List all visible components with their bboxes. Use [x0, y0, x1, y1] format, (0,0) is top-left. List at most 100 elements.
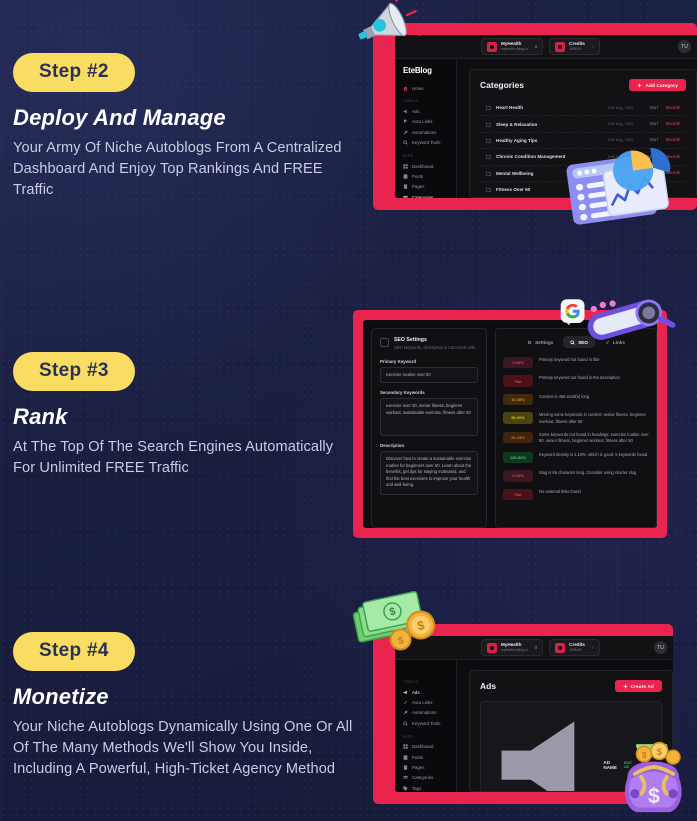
sidebar-item-categories[interactable]: Categories [395, 192, 456, 198]
sidebar-item-label: Ads [412, 689, 420, 695]
site-switcher-chip[interactable]: MyHealth myhealth.eblog.io 0 [481, 38, 544, 55]
sidebar-item-keyword-tools[interactable]: Keyword Tools [395, 718, 456, 728]
sidebar-item-pages[interactable]: Pages [395, 182, 456, 192]
site-count: 0 [534, 44, 538, 49]
sidebar-item-tags[interactable]: Tags [395, 783, 456, 792]
sidebar-item-home[interactable]: Home [395, 83, 456, 93]
step-3-block: Step #3 Rank At The Top Of The Search En… [13, 352, 358, 479]
seo-check-text: Content is 456 word(s) long. [539, 393, 591, 399]
category-name: Chronic Condition Management [496, 154, 566, 160]
table-row[interactable]: Sleep & Relaxation 19th Aug, 2024 EDIT D… [480, 116, 686, 133]
table-row[interactable]: Fitness Over 50 [480, 182, 686, 197]
tab-links[interactable]: Links [598, 336, 632, 348]
step-2-title: Deploy And Manage [13, 105, 226, 130]
credits-value: 1695.00 [569, 647, 582, 652]
site-name: MyHealth [501, 642, 522, 647]
main-content: Categories Add Category Heart Health 19t… [457, 59, 697, 198]
chevron-right-icon: › [591, 645, 594, 650]
field-label: Primary Keyword [380, 359, 417, 364]
sidebar-item-auto-links[interactable]: Auto Links [395, 117, 456, 127]
table-row[interactable]: Chronic Condition Management 19th Aug, 2… [480, 149, 686, 166]
seo-dashboard-screenshot: SEO Settings SEO keywords, description &… [353, 310, 667, 538]
edit-link[interactable]: EDIT [650, 106, 658, 110]
sidebar-item-posts[interactable]: Posts [395, 752, 456, 762]
delete-link[interactable]: DELETE [665, 122, 680, 126]
wrench-icon [403, 711, 408, 715]
delete-link[interactable]: DELETE [665, 138, 680, 142]
sidebar-item-categories[interactable]: Categories [395, 773, 456, 783]
category-date: 19th Aug, 2024 [607, 122, 634, 127]
site-switcher-chip[interactable]: MyHealth myhealth.eblog.io 0 [481, 639, 544, 656]
site-logo-icon [487, 41, 497, 52]
link-icon [605, 340, 609, 344]
step-3-badge: Step #3 [13, 352, 135, 391]
delete-link[interactable]: DELETE [665, 106, 680, 110]
add-category-label: Add Category [645, 82, 678, 88]
sidebar-item-label: Categories [412, 194, 434, 198]
site-url: myhealth.eblog.io [501, 46, 528, 51]
tab-seo[interactable]: SEO [563, 336, 595, 348]
credits-chip[interactable]: Credits 1695.00 › [549, 639, 600, 656]
categories-dashboard-screenshot: MyHealth myhealth.eblog.io 0 Credits 169… [373, 23, 697, 210]
seo-document-icon [380, 338, 389, 347]
svg-text:$: $ [388, 605, 396, 618]
seo-check-text: No external links found [539, 488, 581, 494]
table-row[interactable]: Mental Wellbeing 19th Aug, 2024 EDIT DEL… [480, 166, 686, 182]
tab-label: Links [612, 339, 625, 345]
user-avatar[interactable]: TU [654, 641, 667, 654]
tab-label: Settings [535, 339, 554, 345]
edit-link[interactable]: EDIT [650, 138, 658, 142]
seo-check-text: Primary keyword not found in title [539, 357, 600, 362]
category-name: Fitness Over 50 [496, 187, 531, 193]
edit-link[interactable]: EDIT [650, 122, 658, 126]
delete-link[interactable]: DELETE [665, 171, 680, 175]
secondary-keywords-textarea[interactable]: exercise over 50, senior fitness, beginn… [380, 398, 478, 437]
user-avatar[interactable]: TU [678, 40, 691, 53]
sidebar-item-keyword-tools[interactable]: Keyword Tools [395, 138, 456, 148]
edit-link[interactable]: EDIT [650, 155, 658, 159]
primary-keyword-input[interactable]: exercise routine over 50 [380, 367, 478, 384]
add-category-button[interactable]: Add Category [629, 79, 686, 91]
seo-settings-panel: SEO Settings SEO keywords, description &… [371, 328, 487, 528]
table-row[interactable]: Healthy Aging Tips 19th Aug, 2024 EDIT D… [480, 133, 686, 150]
step-4-description: Your Niche Autoblogs Dynamically Using O… [13, 719, 353, 777]
panel-title: Categories [480, 80, 524, 90]
folder-icon [486, 187, 491, 192]
category-name: Healthy Aging Tips [496, 137, 538, 143]
sidebar-item-label: Keyword Tools [412, 140, 441, 146]
sidebar-item-dashboard[interactable]: Dashboard [395, 161, 456, 171]
sidebar-item-label: Posts [412, 754, 423, 760]
sidebar-item-automations[interactable]: Automations [395, 127, 456, 137]
categories-app-window: MyHealth myhealth.eblog.io 0 Credits 169… [395, 35, 697, 198]
create-ad-button[interactable]: Create Ad [614, 680, 662, 692]
pages-icon [403, 184, 408, 189]
seo-check-row: 100-80% Keyword density is 1.10%, which … [503, 451, 649, 464]
sidebar-item-pages[interactable]: Pages [395, 762, 456, 772]
sidebar-item-label: Pages [412, 764, 425, 770]
sidebar-item-label: Dashboard [412, 163, 434, 169]
sidebar-item-posts[interactable]: Posts [395, 171, 456, 181]
tab-settings[interactable]: Settings [520, 336, 560, 348]
sidebar-item-automations[interactable]: Automations [395, 708, 456, 718]
table-row[interactable]: AD NAME EDIT AD DELETE AD [480, 701, 662, 791]
sidebar-item-auto-links[interactable]: Auto Links [395, 697, 456, 707]
sidebar-item-ads[interactable]: Ads [395, 106, 456, 116]
seo-panel-header: SEO Settings SEO keywords, description &… [380, 337, 478, 351]
sidebar-item-label: Auto Links [412, 700, 433, 706]
table-row[interactable]: Heart Health 19th Aug, 2024 EDIT DELETE [480, 100, 686, 117]
delete-link[interactable]: DELETE [665, 155, 680, 159]
search-icon [570, 339, 575, 345]
credits-chip[interactable]: Credits 1695.00 › [549, 38, 600, 55]
sidebar-item-label: Posts [412, 173, 423, 179]
delete-ad-link[interactable]: DELETE AD [641, 761, 655, 769]
sidebar-item-label: Auto Links [412, 119, 433, 125]
edit-link[interactable]: EDIT [650, 171, 658, 175]
categories-icon [403, 776, 408, 779]
edit-ad-link[interactable]: EDIT AD [624, 761, 634, 769]
description-textarea[interactable]: Discover how to create a sustainable exe… [380, 451, 478, 496]
ads-megaphone-icon [403, 690, 407, 695]
step-4-badge: Step #4 [13, 632, 135, 671]
dashboard-icon [403, 163, 408, 169]
sidebar-item-dashboard[interactable]: Dashboard [395, 742, 456, 752]
sidebar-item-ads[interactable]: Ads [395, 687, 456, 697]
